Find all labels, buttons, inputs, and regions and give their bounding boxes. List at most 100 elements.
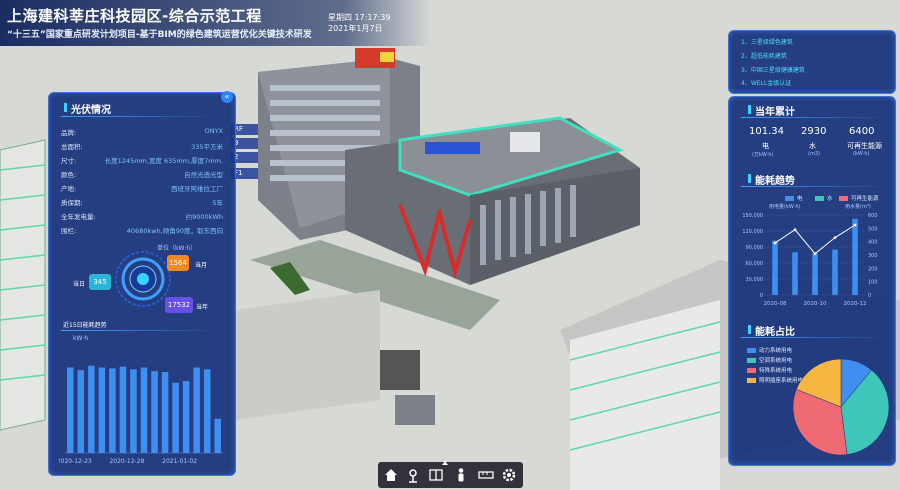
pv-bar xyxy=(119,366,127,453)
renew-total-unit: (kW·h) xyxy=(853,151,870,157)
home-icon[interactable] xyxy=(383,467,399,483)
pv-bar xyxy=(77,370,85,453)
roam-icon[interactable] xyxy=(405,467,421,483)
pv-row-fence: 围栏: 40680kwh,倾角90度，取东西向 xyxy=(61,227,223,235)
y-right-tick-label: 500 xyxy=(868,226,878,232)
collapse-icon[interactable]: « xyxy=(221,91,233,103)
x-tick-label: 2020-12-23 xyxy=(59,458,92,465)
pv-bar xyxy=(88,365,95,453)
pv-row-origin: 产地: 西班牙阿维拉工厂 xyxy=(61,185,223,193)
goal-item: 1、三星级绿色建筑 xyxy=(741,39,793,46)
elec-total-unit: (万kW·h) xyxy=(752,152,774,158)
pv-bar xyxy=(151,371,158,453)
energy-trend-chart: 0 30,000 60,000 90,000 120,000 150,000 0 100 200… xyxy=(742,213,878,307)
divider xyxy=(61,116,221,117)
legend-renew: 可再生能源 xyxy=(839,194,879,202)
legend-hvac: 空调系统用电 xyxy=(747,356,792,364)
pv-trend-chart: 2020-12-23 2020-12-28 2021-01-02 xyxy=(59,365,223,465)
energy-share-pie xyxy=(792,358,890,456)
gear-icon[interactable] xyxy=(501,467,517,483)
pv-row-brand: 品牌: ONYX xyxy=(61,127,223,137)
bottom-toolbar xyxy=(378,461,523,488)
pv-bar xyxy=(203,369,211,453)
pv-bar xyxy=(214,418,221,453)
water-point xyxy=(813,252,817,256)
today-value-badge: 345 xyxy=(89,274,111,290)
renew-total-name: 可再生能源 xyxy=(847,142,882,150)
divider xyxy=(741,337,887,338)
water-total-name: 水 xyxy=(809,142,816,150)
elec-bar xyxy=(832,249,838,295)
pv-bar xyxy=(140,367,148,453)
active-indicator-icon xyxy=(442,461,448,465)
elec-bar xyxy=(772,240,778,295)
elec-bar xyxy=(852,218,858,295)
y-right-tick-label: 300 xyxy=(868,253,878,259)
year-total-title: 当年累计 xyxy=(748,103,795,118)
person-icon[interactable] xyxy=(453,467,469,483)
year-label: 当年 xyxy=(196,304,209,311)
y-right-tick-label: 100 xyxy=(868,280,878,286)
energy-panel: 当年累计 101.34 2930 6400 电 水 可再生能源 (万kW·h) … xyxy=(728,96,896,466)
pv-panel-title: 光伏情况 xyxy=(64,101,111,116)
pv-bar xyxy=(182,381,190,453)
pv-gauge xyxy=(115,251,171,307)
elec-bar xyxy=(812,253,818,295)
elec-total-name: 电 xyxy=(762,142,769,150)
y-left-tick-label: 90,000 xyxy=(746,245,764,251)
page-title: 上海建科莘庄科技园区-综合示范工程 xyxy=(7,7,262,25)
page-subtitle: “十三五”国家重点研发计划项目-基于BIM的绿色建筑运营优化关键技术研发 xyxy=(7,30,312,40)
goal-item: 2、超低能耗建筑 xyxy=(741,53,787,60)
divider xyxy=(61,330,221,331)
legend-elec: 电 xyxy=(785,194,803,202)
x-tick-label: 2020-12-28 xyxy=(109,458,144,465)
month-label: 当月 xyxy=(195,262,208,269)
pv-bar xyxy=(193,367,200,453)
water-total-unit: (m3) xyxy=(808,151,820,157)
pv-bar xyxy=(130,369,137,453)
x-tick-label: 2021-01-02 xyxy=(162,458,197,465)
y-left-tick-label: 30,000 xyxy=(746,277,764,283)
y-left-tick-label: 150,000 xyxy=(742,213,763,219)
pv-row-warranty: 质保期: 5年 xyxy=(61,199,223,207)
renew-total-value: 6400 xyxy=(849,126,875,137)
legend-water: 水 xyxy=(815,194,833,202)
y-right-tick-label: 0 xyxy=(868,293,871,299)
x-tick-label: 2020-12 xyxy=(844,301,867,307)
share-title: 能耗占比 xyxy=(748,323,795,338)
pv-bar xyxy=(109,368,116,453)
y-right-tick-label: 600 xyxy=(868,213,878,219)
water-point xyxy=(773,241,777,245)
pv-row-size: 尺寸: 长度1245mm,宽度 635mm,厚度7mm. xyxy=(61,157,223,165)
floor-split-icon[interactable] xyxy=(428,467,444,483)
pv-bar xyxy=(161,372,169,453)
y-left-tick-label: 0 xyxy=(760,293,763,299)
today-label: 当日 xyxy=(73,281,86,288)
elec-total-value: 101.34 xyxy=(749,126,784,137)
water-point xyxy=(793,228,797,232)
month-value-badge: 1564 xyxy=(167,255,189,271)
goal-item: 3、中国三星级健康建筑 xyxy=(741,67,805,74)
trend-title: 能耗趋势 xyxy=(748,172,795,187)
legend-power: 动力系统用电 xyxy=(747,346,792,354)
goal-item: 4、WELL金级认证 xyxy=(741,80,792,87)
pv-trend-title: 近15日能耗趋势 xyxy=(63,322,107,329)
water-point xyxy=(853,223,857,227)
date: 2021年1月7日 xyxy=(328,24,383,33)
pv-bar xyxy=(172,382,179,453)
legend-special: 特殊系统用电 xyxy=(747,366,792,374)
pv-row-area: 总面积: 335平方米 xyxy=(61,143,223,151)
x-tick-label: 2020-08 xyxy=(764,301,787,307)
pv-row-color: 颜色: 自然光透光型 xyxy=(61,171,223,179)
measure-icon[interactable] xyxy=(478,467,494,483)
goals-panel: 1、三星级绿色建筑 2、超低能耗建筑 3、中国三星级健康建筑 4、WELL金级认… xyxy=(728,30,896,94)
datetime: 星期四 17:17:39 2021年1月7日 xyxy=(328,12,390,34)
year-value-badge: 17532 xyxy=(165,297,193,313)
y-left-tick-label: 120,000 xyxy=(742,229,763,235)
pv-bar xyxy=(67,367,74,453)
divider xyxy=(741,186,887,187)
y-right-tick-label: 400 xyxy=(868,240,878,246)
y-left-tick-label: 60,000 xyxy=(746,261,764,267)
pv-panel: 光伏情况 « 品牌: ONYX 总面积: 335平方米 尺寸: 长度1245mm,宽度… xyxy=(48,91,236,476)
divider xyxy=(741,117,887,118)
